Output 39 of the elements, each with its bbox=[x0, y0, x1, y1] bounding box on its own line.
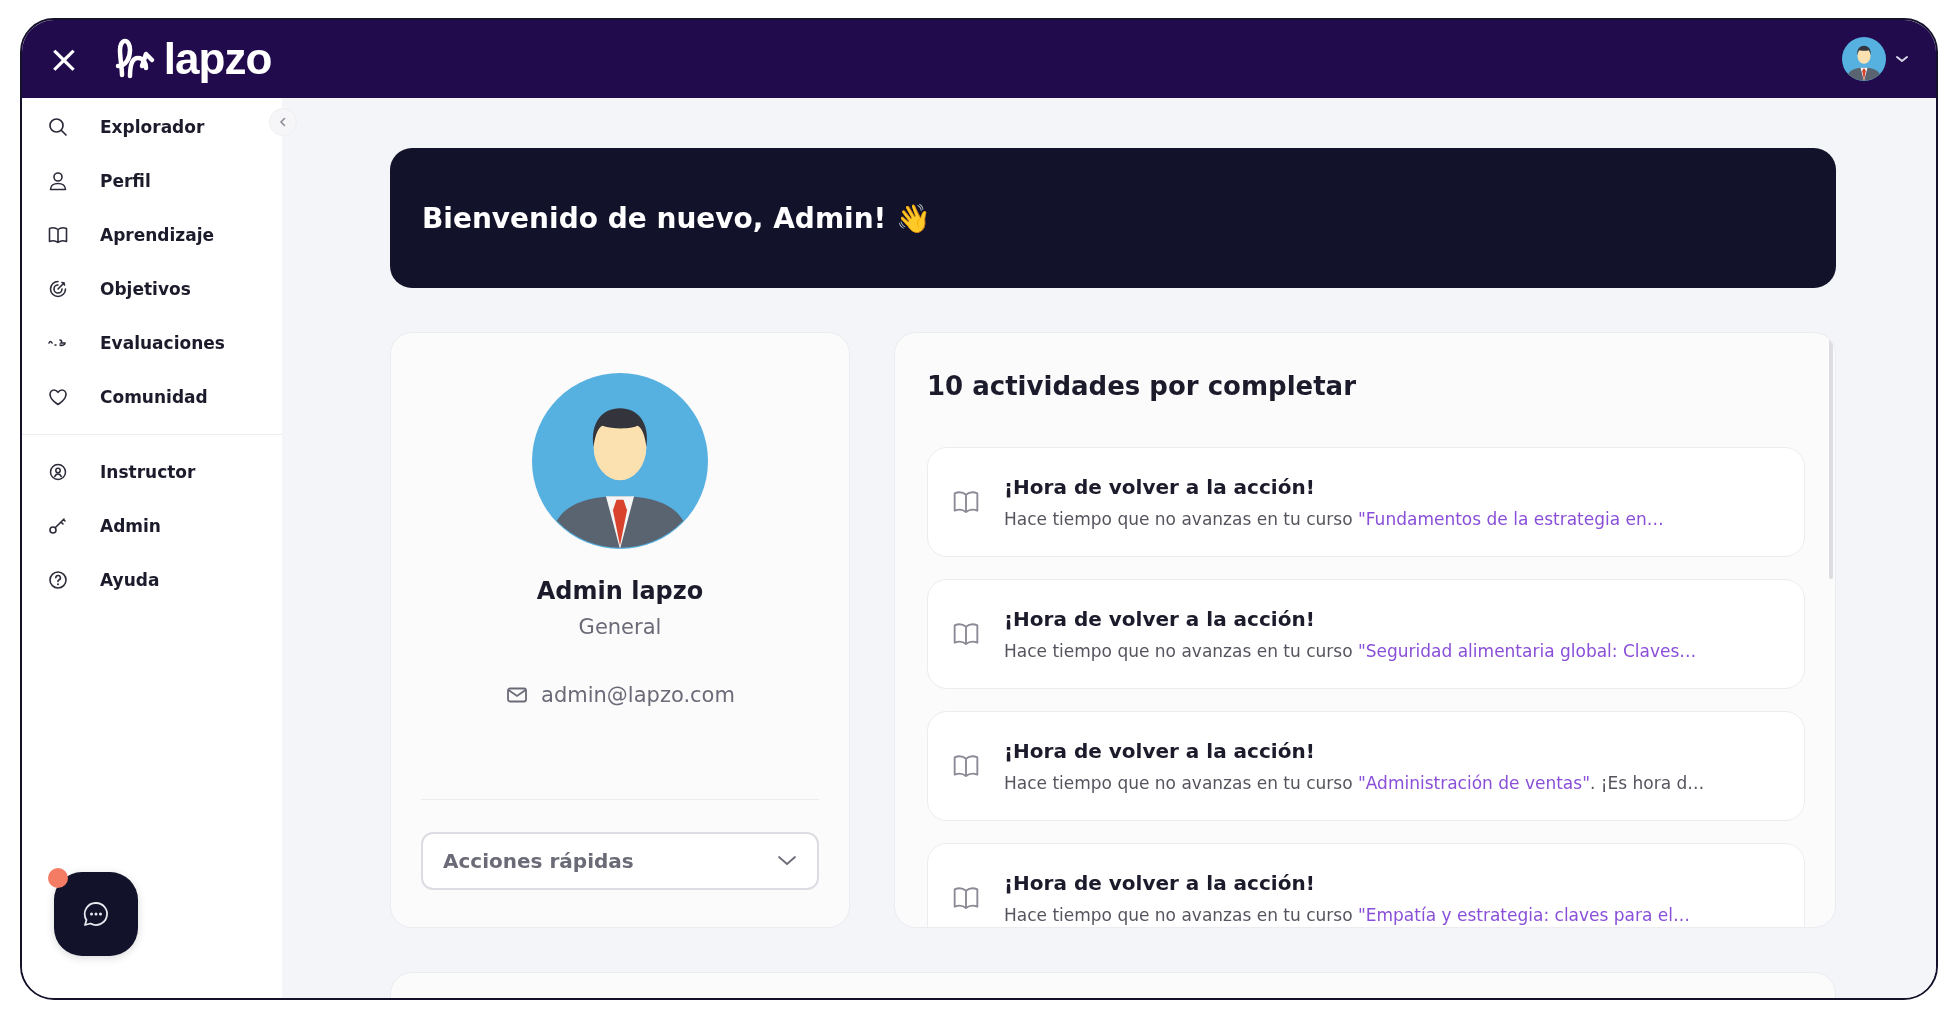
activity-description: Hace tiempo que no avanzas en tu curso "Empatía y estrategia: claves para el… bbox=[1004, 905, 1690, 925]
user-menu-button[interactable] bbox=[1842, 37, 1910, 81]
quick-actions-dropdown[interactable]: Acciones rápidas bbox=[421, 832, 819, 890]
activity-title: ¡Hora de volver a la acción! bbox=[1004, 871, 1316, 895]
sidebar-item[interactable]: Objetivos bbox=[22, 262, 262, 316]
sidebar-item[interactable]: Explorador bbox=[22, 100, 262, 154]
notification-dot bbox=[48, 868, 68, 888]
course-link[interactable]: "Seguridad alimentaria global: Claves… bbox=[1357, 641, 1697, 661]
profile-name: Admin lapzo bbox=[536, 577, 704, 605]
help-icon bbox=[46, 568, 70, 592]
course-link[interactable]: "Fundamentos de la estrategia en… bbox=[1357, 509, 1664, 529]
activity-title: ¡Hora de volver a la acción! bbox=[1004, 739, 1316, 763]
welcome-title: Bienvenido de nuevo, Admin! 👋 bbox=[422, 201, 932, 235]
profile-role: General bbox=[578, 615, 662, 639]
sidebar-item[interactable]: Aprendizaje bbox=[22, 208, 262, 262]
activity-item[interactable]: ¡Hora de volver a la acción! Hace tiempo que no avanzas en tu curso "Empatía y estrategia: claves para el… bbox=[927, 843, 1805, 927]
search-icon bbox=[46, 115, 70, 139]
course-link[interactable]: "Empatía y estrategia: claves para el… bbox=[1357, 905, 1690, 925]
chat-button[interactable] bbox=[54, 872, 138, 956]
sidebar-item[interactable]: Comunidad bbox=[22, 370, 262, 424]
avatar-icon bbox=[1842, 37, 1886, 81]
activity-description: Hace tiempo que no avanzas en tu curso "Fundamentos de la estrategia en… bbox=[1004, 509, 1664, 529]
profile-email: admin@lapzo.com bbox=[541, 683, 735, 707]
activity-item[interactable]: ¡Hora de volver a la acción! Hace tiempo que no avanzas en tu curso "Seguridad alimentaria global: Claves… bbox=[927, 579, 1805, 689]
sidebar-item[interactable]: Evaluaciones bbox=[22, 316, 262, 370]
activity-title: ¡Hora de volver a la acción! bbox=[1004, 607, 1316, 631]
activity-item[interactable]: ¡Hora de volver a la acción! Hace tiempo que no avanzas en tu curso "Administración de ventas". ¡Es hora d… bbox=[927, 711, 1805, 821]
sidebar-item[interactable]: Perfil bbox=[22, 154, 262, 208]
activity-description: Hace tiempo que no avanzas en tu curso "Administración de ventas". ¡Es hora d… bbox=[1004, 773, 1705, 793]
activities-title: 10 actividades por completar bbox=[927, 371, 1357, 401]
course-link[interactable]: "Administración de ventas" bbox=[1357, 773, 1590, 793]
activity-description: Hace tiempo que no avanzas en tu curso "Seguridad alimentaria global: Claves… bbox=[1004, 641, 1697, 661]
activity-title: ¡Hora de volver a la acción! bbox=[1004, 475, 1316, 499]
close-button[interactable]: × bbox=[44, 40, 84, 78]
sidebar-item[interactable]: Ayuda bbox=[22, 553, 262, 607]
logo-text: lapzo bbox=[163, 34, 272, 84]
sidebar-item[interactable]: Instructor bbox=[22, 445, 262, 499]
activity-item[interactable]: ¡Hora de volver a la acción! Hace tiempo que no avanzas en tu curso "Fundamentos de la estrategia en… bbox=[927, 447, 1805, 557]
sidebar-item[interactable]: Admin bbox=[22, 499, 262, 553]
